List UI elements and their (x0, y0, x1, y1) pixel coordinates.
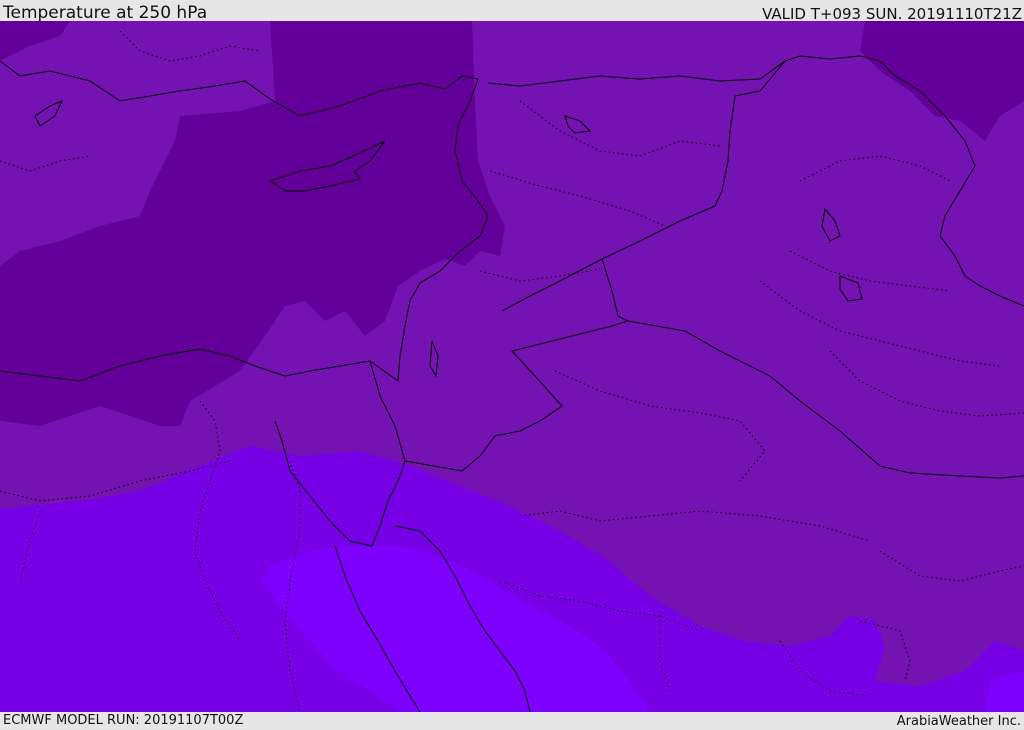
temperature-map[interactable] (0, 21, 1024, 712)
model-run: ECMWF MODEL RUN: 20191107T00Z (3, 713, 244, 728)
credit-text: ArabiaWeather Inc. (896, 714, 1021, 729)
map-footer: ECMWF MODEL RUN: 20191107T00Z ArabiaWeat… (0, 712, 1024, 729)
map-header: Temperature at 250 hPa VALID T+093 SUN. … (0, 0, 1024, 23)
map-title: Temperature at 250 hPa (3, 3, 208, 23)
map-canvas (0, 21, 1024, 712)
